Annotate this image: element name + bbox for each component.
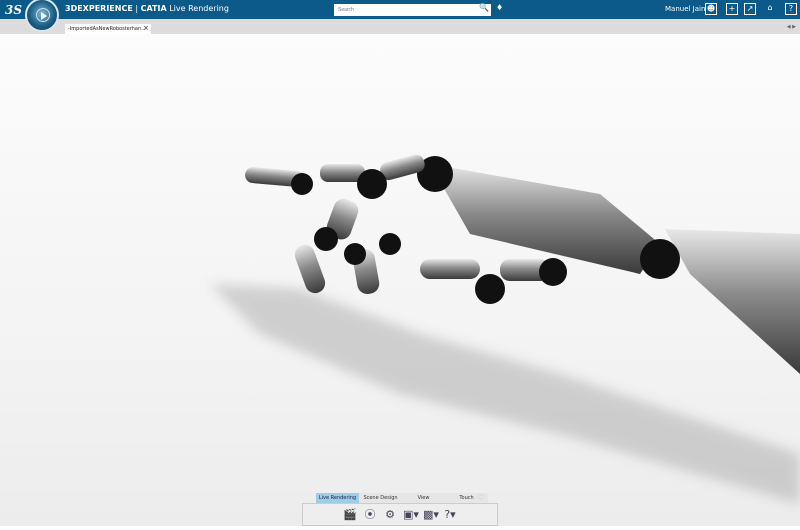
favorite-icon[interactable]: ♡ <box>477 493 484 502</box>
robot-hand-model <box>210 154 800 504</box>
render-icon[interactable]: ⦿ <box>363 508 377 522</box>
tab-scroll-arrows[interactable]: ◀ ▶ <box>787 24 796 30</box>
play-icon <box>36 8 50 22</box>
ds-logo: 3S <box>5 3 23 17</box>
help-icon[interactable]: ? <box>785 3 797 15</box>
help-icon[interactable]: ?▾ <box>443 508 457 522</box>
user-icon[interactable]: ☻ <box>705 3 717 15</box>
camera-icon[interactable]: ▩▾ <box>423 508 439 522</box>
action-bar-toolbar: 🎬 ⦿ ⚙ ▣▾ ▩▾ ?▾ <box>302 503 498 526</box>
environment-icon[interactable]: ▣▾ <box>403 508 419 522</box>
tag-icon[interactable]: ♦ <box>496 3 503 12</box>
share-icon[interactable]: ↗ <box>744 3 756 15</box>
home-icon[interactable]: ⌂ <box>764 3 776 15</box>
settings-icon[interactable]: ⚙ <box>383 508 397 522</box>
app-title: 3DEXPERIENCE | CATIA Live Rendering <box>65 4 229 13</box>
3d-viewport[interactable] <box>0 34 800 526</box>
top-bar: 3S 3DEXPERIENCE | CATIA Live Rendering 🔍… <box>0 0 800 19</box>
search-icon[interactable]: 🔍 <box>479 3 489 12</box>
clapperboard-icon[interactable]: 🎬 <box>343 508 357 522</box>
close-icon[interactable]: × <box>143 24 149 32</box>
user-name[interactable]: Manuel Jain <box>665 5 705 13</box>
add-icon[interactable]: + <box>726 3 738 15</box>
search-input[interactable] <box>334 4 491 16</box>
